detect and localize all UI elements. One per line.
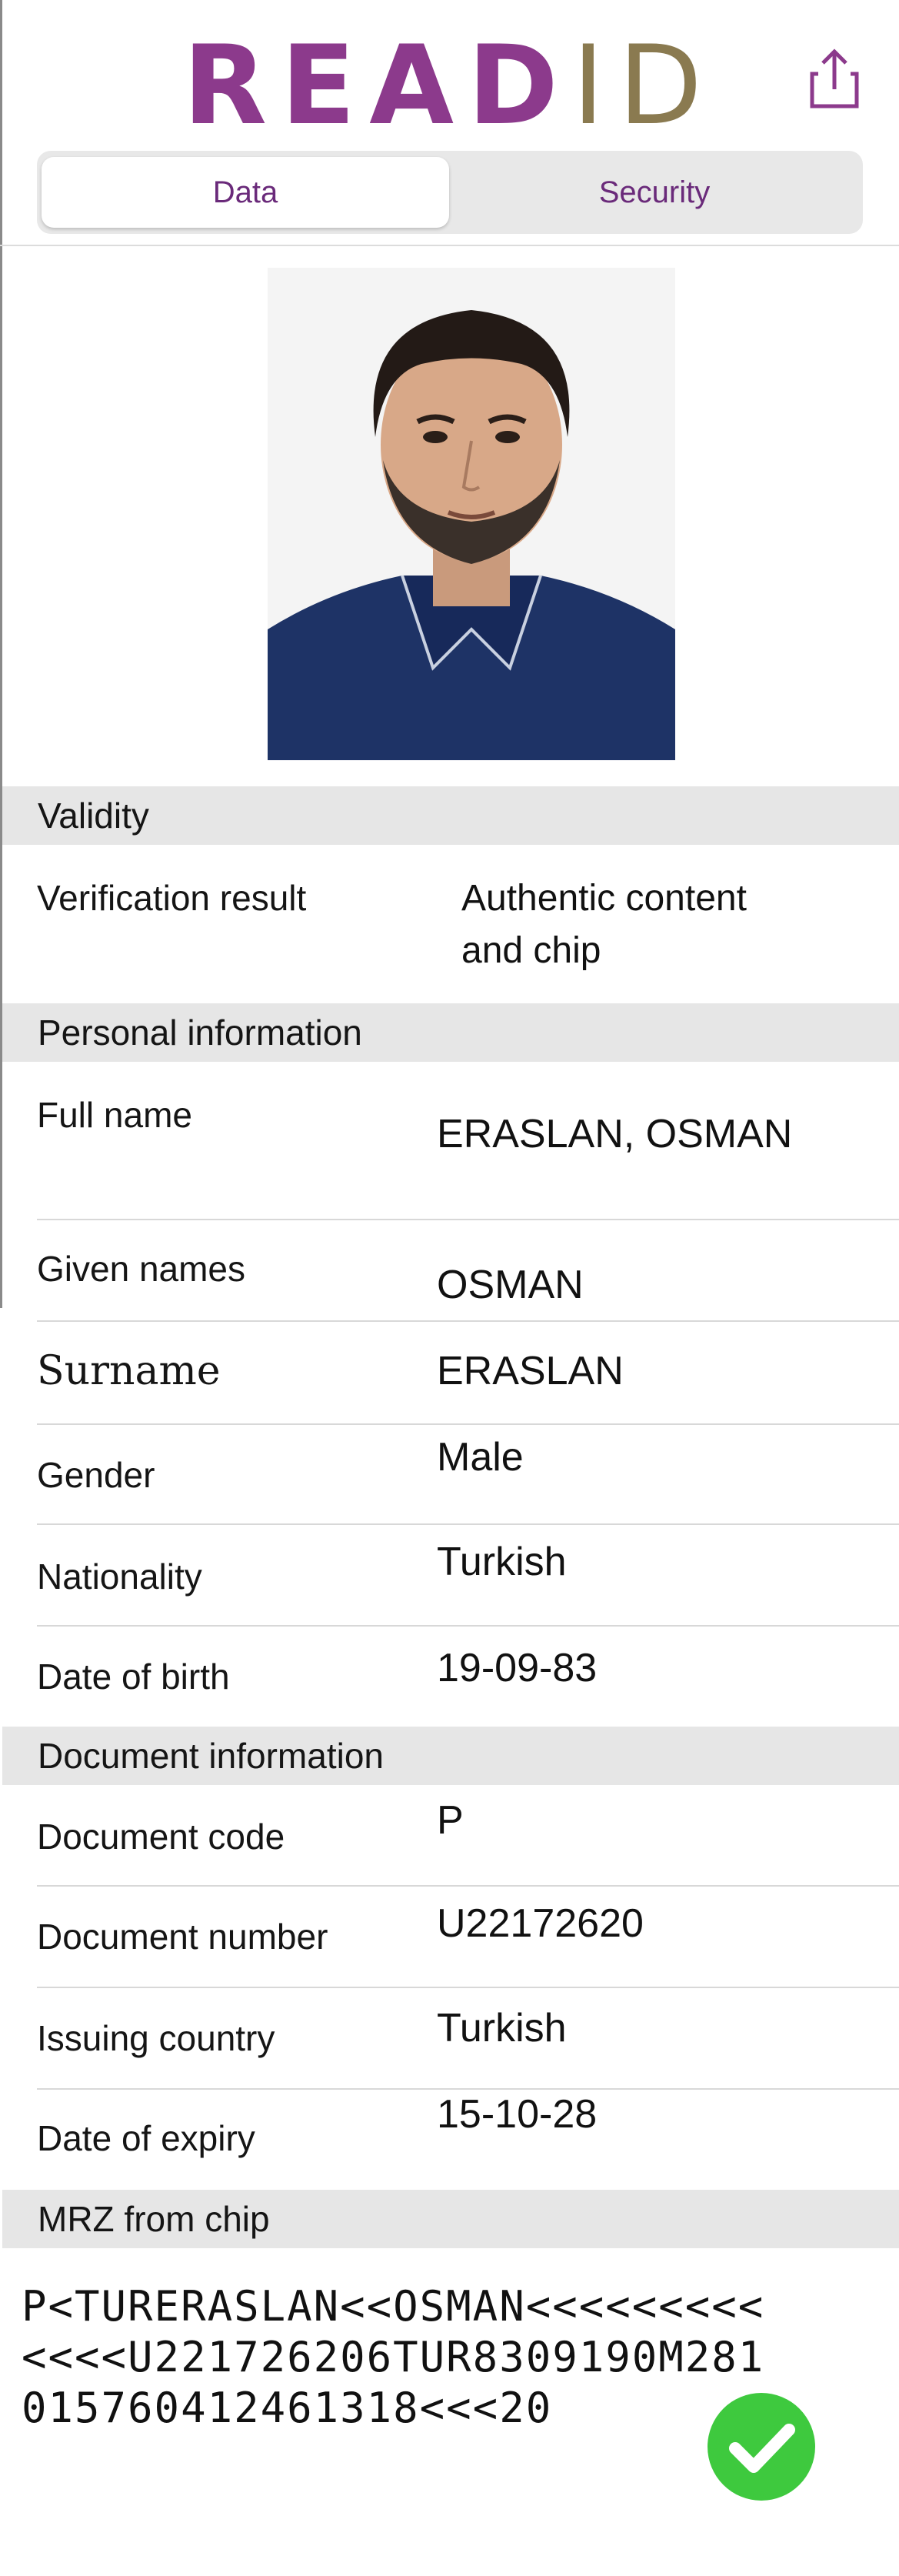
section-title: Personal information [38,1013,362,1053]
segmented-control: Data Security [37,151,863,234]
row-divider [37,1523,899,1525]
surname-value: ERASLAN [437,1349,624,1393]
row-divider [37,1625,899,1627]
left-border [0,0,2,1308]
verification-result-value-line1: Authentic content [461,878,747,919]
section-validity: Validity [2,786,899,845]
issuing-country-value: Turkish [437,2006,567,2050]
section-title: Document information [38,1736,384,1776]
date-of-expiry-value: 15-10-28 [437,2092,598,2137]
verification-result-value-line2: and chip [461,930,601,971]
section-title: MRZ from chip [38,2199,270,2239]
date-of-birth-label: Date of birth [37,1657,230,1697]
nationality-label: Nationality [37,1557,202,1597]
mrz-line-2: <<<<U221726206TUR8309190M281 [22,2333,765,2381]
document-number-value: U22172620 [437,1901,644,1946]
full-name-label: Full name [37,1095,192,1135]
verification-result-label: Verification result [37,878,307,918]
given-names-label: Given names [37,1249,246,1289]
row-divider [37,1320,899,1322]
header-divider [0,245,899,246]
date-of-expiry-label: Date of expiry [37,2118,255,2158]
row-divider [37,1219,899,1220]
date-of-birth-value: 19-09-83 [437,1646,598,1690]
logo-read: READ [182,22,572,149]
given-names-value: OSMAN [437,1263,584,1307]
issuing-country-label: Issuing country [37,2018,275,2058]
tab-data[interactable]: Data [42,157,449,228]
nationality-value: Turkish [437,1540,567,1584]
row-divider [37,2088,899,2090]
row-divider [37,1987,899,1988]
logo-id: ID [571,22,717,149]
share-button[interactable] [807,48,861,109]
gender-value: Male [437,1435,524,1480]
share-icon [810,48,859,108]
full-name-value: ERASLAN, OSMAN [437,1112,793,1156]
document-code-label: Document code [37,1817,285,1857]
section-title: Validity [38,796,149,836]
mrz-line-1: P<TURERASLAN<<OSMAN<<<<<<<<< [22,2282,765,2331]
section-document-information: Document information [2,1727,899,1785]
section-personal-information: Personal information [2,1003,899,1062]
gender-label: Gender [37,1455,155,1495]
passport-photo [268,268,675,760]
document-number-label: Document number [37,1917,328,1957]
row-divider [37,1423,899,1425]
readid-logo: READID [0,32,899,141]
section-mrz-from-chip: MRZ from chip [2,2190,899,2248]
surname-label: Surname [37,1348,221,1394]
checkmark-icon [708,2393,815,2501]
mrz-line-3: 015760412461318<<<20 [22,2384,553,2432]
document-code-value: P [437,1798,464,1843]
row-divider [37,1885,899,1887]
tab-security[interactable]: Security [451,157,858,228]
